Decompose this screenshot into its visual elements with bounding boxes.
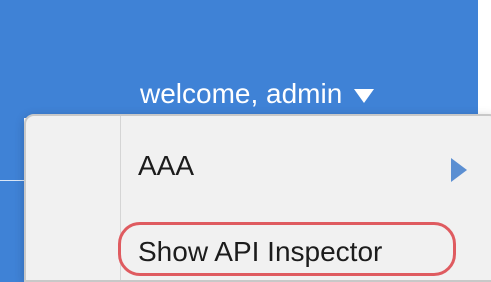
side-band-divider — [0, 180, 24, 181]
header-side-band — [0, 118, 24, 282]
user-dropdown-menu: AAA Show API Inspector — [24, 114, 491, 282]
chevron-down-icon[interactable] — [354, 89, 375, 103]
user-menu-toggle[interactable]: welcome, admin — [140, 76, 375, 112]
welcome-label: welcome, admin — [140, 78, 343, 109]
menu-item-aaa[interactable]: AAA — [138, 152, 194, 180]
arrow-right-icon[interactable] — [451, 158, 467, 182]
menu-item-show-api-inspector[interactable]: Show API Inspector — [138, 238, 382, 266]
